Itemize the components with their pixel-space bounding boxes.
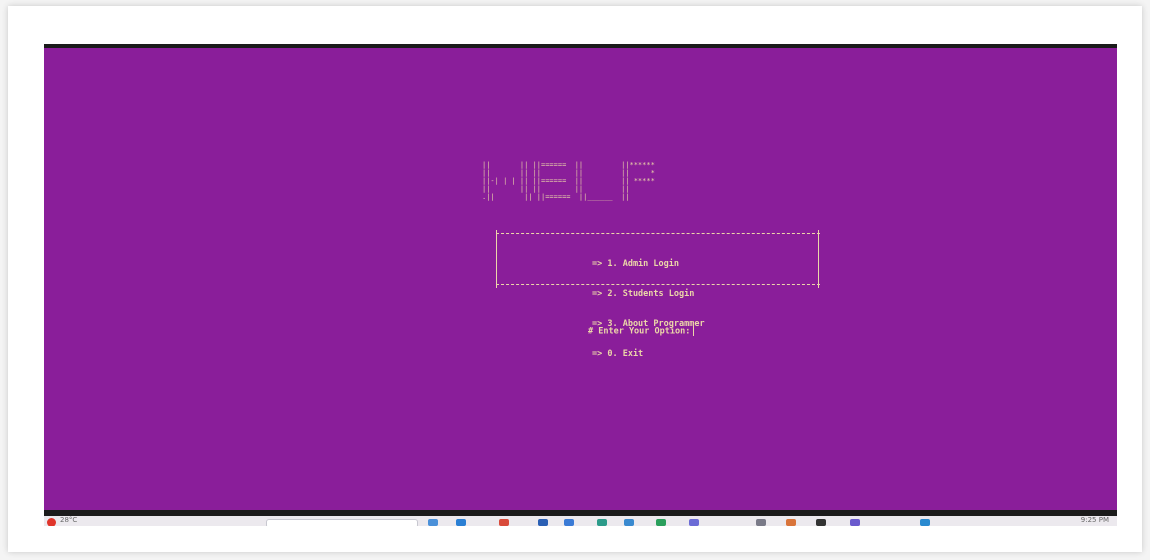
file-explorer-icon[interactable] [428, 519, 438, 526]
browser-icon[interactable] [786, 519, 796, 526]
option-prompt[interactable]: # Enter Your Option: [588, 326, 695, 337]
terminal-icon[interactable] [597, 519, 607, 526]
menu-border-top [496, 233, 820, 234]
menu-item-admin-login[interactable]: => 1. Admin Login [592, 259, 705, 269]
taskbar-search-box[interactable] [266, 519, 418, 526]
menu-item-students-login[interactable]: => 2. Students Login [592, 289, 705, 299]
main-menu-box: => 1. Admin Login => 2. Students Login =… [496, 230, 820, 359]
mail-icon[interactable] [624, 519, 634, 526]
menu-items: => 1. Admin Login => 2. Students Login =… [592, 239, 705, 379]
menu-border-right [818, 230, 819, 288]
teams-icon[interactable] [850, 519, 860, 526]
console-icon[interactable] [816, 519, 826, 526]
photos-icon[interactable] [656, 519, 666, 526]
windows-taskbar: 28°C 9:25 PM [44, 516, 1117, 526]
media-icon[interactable] [689, 519, 699, 526]
edge-icon[interactable] [456, 519, 466, 526]
ascii-help-banner: || || ||====== || ||****** || || || || |… [482, 161, 655, 201]
settings-icon[interactable] [756, 519, 766, 526]
menu-border-left [496, 230, 497, 288]
taskbar-clock[interactable]: 9:25 PM [1081, 516, 1109, 524]
chrome-icon[interactable] [499, 519, 509, 526]
weather-icon[interactable] [47, 518, 56, 526]
text-cursor [693, 326, 695, 336]
weather-text: 28°C [60, 516, 78, 524]
menu-border-bottom [496, 284, 820, 285]
app-icon[interactable] [538, 519, 548, 526]
option-prompt-label: # Enter Your Option: [588, 326, 691, 337]
store-icon[interactable] [564, 519, 574, 526]
menu-item-exit[interactable]: => 0. Exit [592, 349, 705, 359]
code-icon[interactable] [920, 519, 930, 526]
